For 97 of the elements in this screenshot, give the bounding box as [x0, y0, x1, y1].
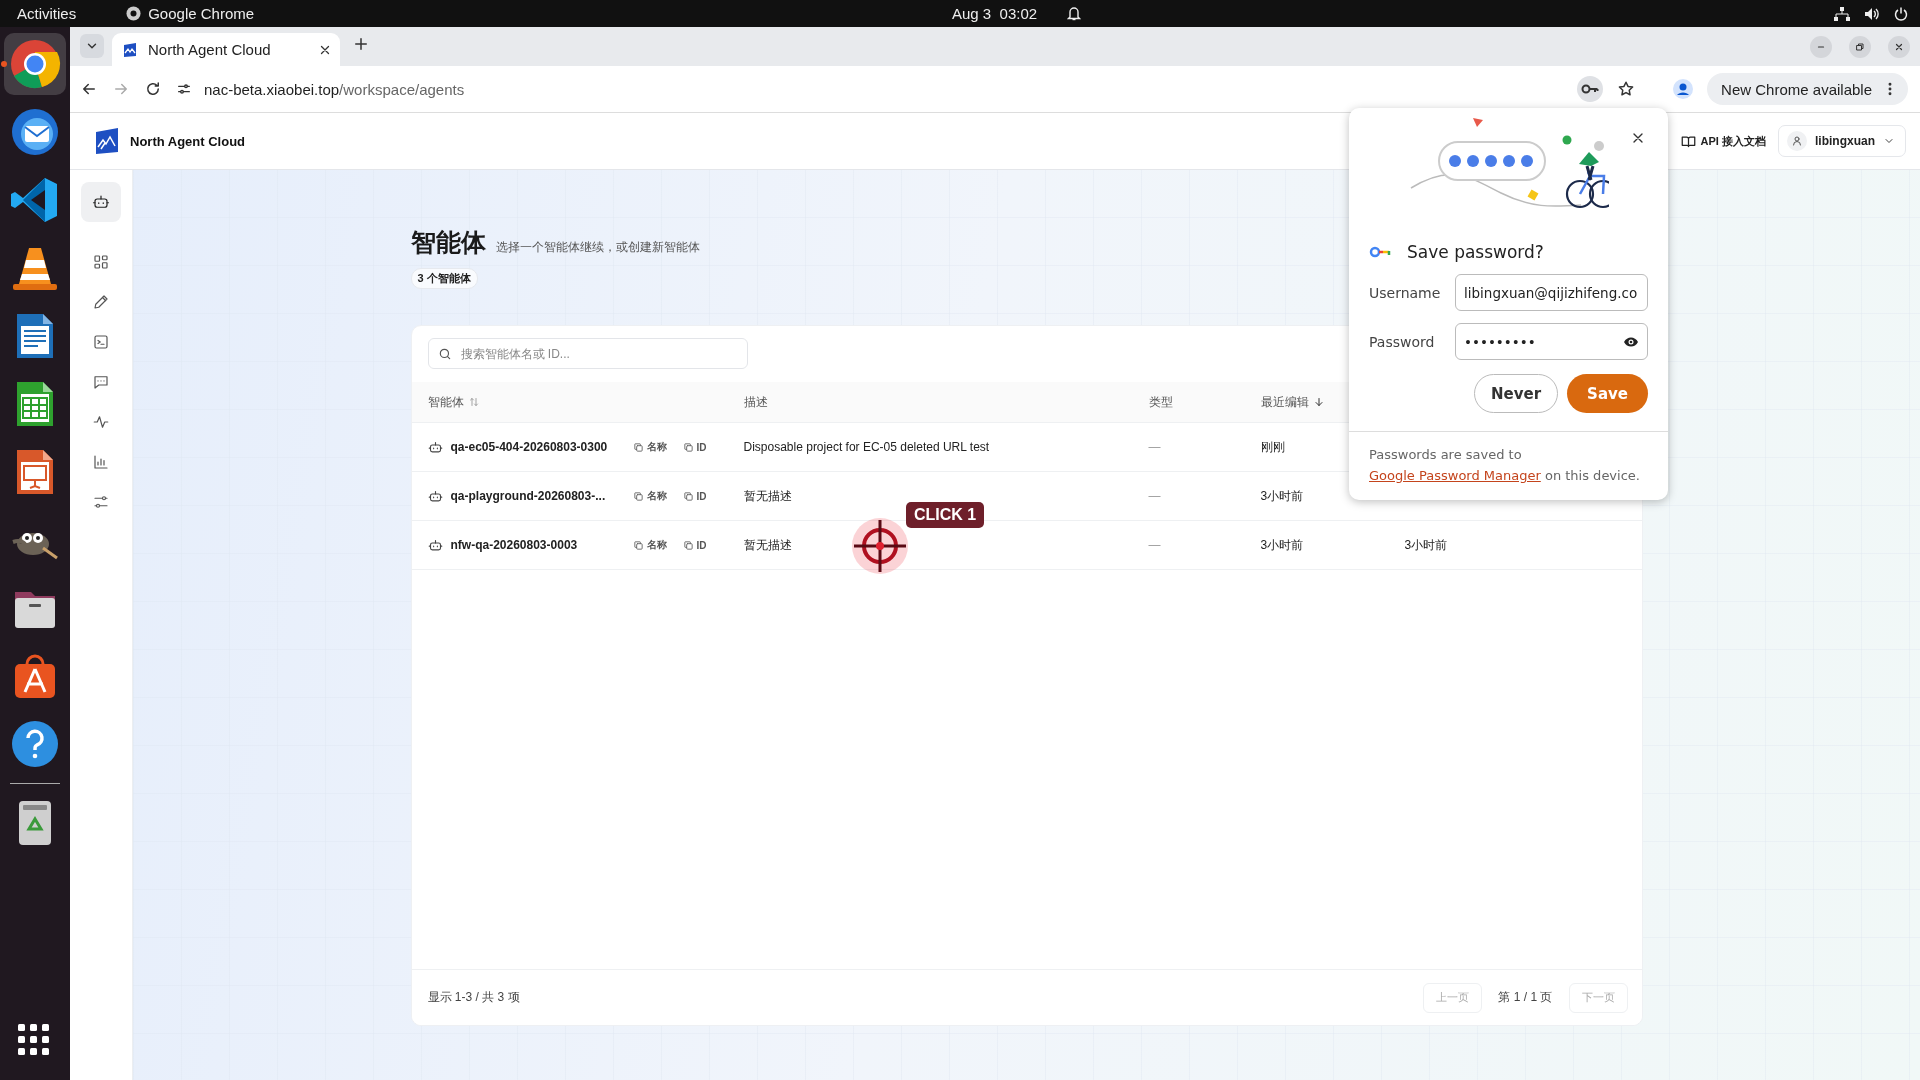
logo-icon	[95, 128, 119, 154]
page-indicator: 第 1 / 1 页	[1498, 989, 1553, 1006]
edited-time: 3小时前	[1260, 536, 1304, 554]
sliders-icon	[92, 493, 110, 511]
browser-tab[interactable]: North Agent Cloud	[112, 33, 340, 66]
grid-icon	[92, 253, 110, 271]
page-title: 智能体	[410, 227, 486, 258]
never-button[interactable]: Never	[1474, 374, 1559, 413]
key-icon	[1581, 83, 1600, 95]
save-button[interactable]: Save	[1567, 374, 1648, 413]
column-header[interactable]: 最近编辑	[1260, 393, 1309, 411]
browser-icon[interactable]	[9, 38, 61, 90]
eye-icon[interactable]	[1623, 335, 1639, 348]
key-icon	[1369, 246, 1393, 258]
copy-name-button[interactable]: 名称	[628, 489, 671, 503]
password-key-button[interactable]	[1577, 76, 1604, 102]
bell-icon	[1067, 6, 1082, 21]
pagination-summary: 显示 1-3 / 共 3 项	[427, 989, 520, 1006]
reload-icon[interactable]	[144, 80, 162, 98]
username-field[interactable]: libingxuan@qijizhifeng.co	[1455, 274, 1648, 311]
power-icon[interactable]	[1894, 6, 1908, 21]
minimize-button[interactable]	[1810, 36, 1832, 58]
click-label: CLICK 1	[906, 502, 985, 528]
type-text: —	[1148, 440, 1161, 454]
clock[interactable]: Aug 3 03:02	[952, 5, 1038, 22]
copy-id-button[interactable]: ID	[678, 490, 711, 502]
user-menu-button[interactable]: libingxuan	[1778, 125, 1906, 157]
api-docs-link[interactable]: API 接入文档	[1680, 133, 1766, 149]
dialog-title: Save password?	[1407, 242, 1544, 262]
url-text[interactable]: nac-beta.xiaobei.top/workspace/agents	[204, 80, 465, 98]
agent-name[interactable]: nfw-qa-20260803-0003	[450, 538, 613, 552]
crosshair-icon	[851, 517, 909, 575]
copy-icon	[682, 539, 694, 551]
logo-icon	[122, 41, 138, 58]
app-name[interactable]: Google Chrome	[148, 5, 255, 22]
app-grid-icon[interactable]	[18, 1024, 52, 1058]
robot-icon	[427, 488, 443, 504]
close-window-button[interactable]	[1888, 36, 1910, 58]
description-text: 暂无描述	[743, 487, 792, 505]
browser-icon	[126, 6, 142, 21]
user-icon	[1791, 135, 1803, 147]
copy-name-button[interactable]: 名称	[628, 538, 671, 552]
copy-icon	[632, 441, 644, 453]
robot-icon	[92, 193, 110, 211]
type-text: —	[1148, 538, 1161, 552]
close-icon	[1893, 41, 1905, 53]
copy-id-button[interactable]: ID	[678, 539, 711, 551]
edited-time: 刚刚	[1260, 438, 1285, 456]
password-field[interactable]: •••••••••	[1455, 323, 1648, 360]
copy-icon	[682, 441, 694, 453]
pen-icon	[92, 293, 110, 311]
count-badge: 3 个智能体	[410, 268, 478, 289]
brand-name: North Agent Cloud	[130, 133, 246, 149]
page-subtitle: 选择一个智能体继续，或创建新智能体	[495, 239, 700, 256]
copy-icon	[632, 490, 644, 502]
password-label: Password	[1369, 333, 1436, 350]
activity-icon	[92, 413, 110, 431]
book-icon	[1680, 133, 1696, 149]
search-field[interactable]: 搜索智能体名或 ID...	[427, 338, 748, 369]
username-label: Username	[1369, 284, 1442, 301]
profile-icon[interactable]	[1673, 79, 1694, 99]
running-indicator	[1, 61, 7, 67]
sidebar-item[interactable]	[81, 182, 121, 222]
copy-icon	[682, 490, 694, 502]
network-icon[interactable]	[1834, 6, 1850, 21]
description-text: Disposable project for EC-05 deleted URL test	[743, 440, 990, 454]
time-text: 3小时前	[1404, 536, 1448, 554]
agent-name[interactable]: qa-playground-20260803-...	[450, 489, 613, 503]
update-button[interactable]: New Chrome available	[1707, 73, 1908, 105]
restore-icon	[1854, 41, 1866, 53]
search-icon	[437, 347, 452, 361]
description-text: 暂无描述	[743, 536, 792, 554]
type-text: —	[1148, 489, 1161, 503]
robot-icon	[427, 439, 443, 455]
mail-icon[interactable]	[9, 106, 61, 158]
help-icon[interactable]	[9, 718, 61, 770]
column-header[interactable]: 智能体	[427, 393, 464, 411]
copy-name-button[interactable]: 名称	[628, 440, 671, 454]
copy-icon	[632, 539, 644, 551]
bookmark-star-icon[interactable]	[1617, 80, 1636, 98]
password-manager-link[interactable]: Google Password Manager	[1369, 468, 1541, 483]
column-header: 描述	[743, 393, 768, 411]
sort-descending-icon[interactable]	[1312, 396, 1325, 408]
tab-search-button[interactable]	[80, 34, 104, 58]
copy-id-button[interactable]: ID	[678, 441, 711, 453]
chat-icon	[92, 373, 110, 391]
volume-icon[interactable]	[1864, 6, 1880, 21]
column-header: 类型	[1148, 393, 1173, 411]
edited-time: 3小时前	[1260, 487, 1304, 505]
terminal-icon	[92, 333, 110, 351]
restore-button[interactable]	[1849, 36, 1871, 58]
robot-icon	[427, 537, 443, 553]
activities-button[interactable]: Activities	[17, 5, 77, 22]
new-tab-icon[interactable]	[352, 35, 370, 53]
agent-name[interactable]: qa-ec05-404-20260803-0300	[450, 440, 613, 454]
bar-chart-icon	[92, 453, 110, 471]
footer-text: Passwords are saved to Google Password Manager on this device.	[1349, 431, 1668, 500]
